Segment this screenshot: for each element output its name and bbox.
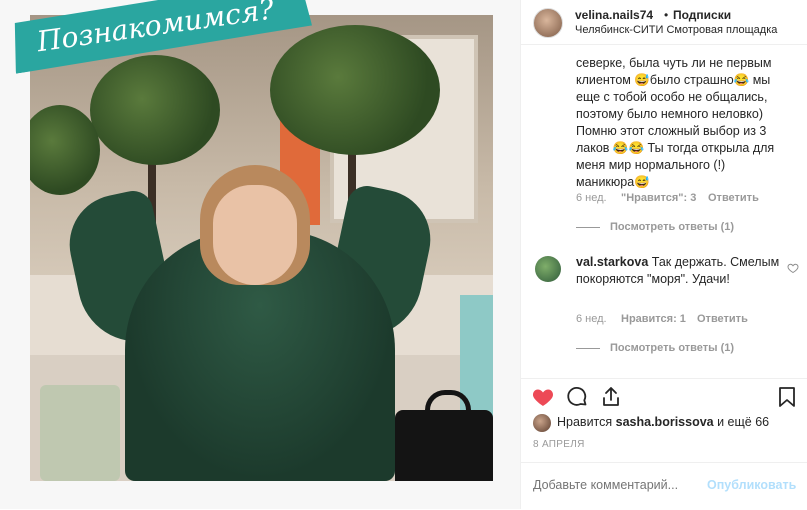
bookmark-icon[interactable] (775, 385, 799, 409)
post-date: 8 АПРЕЛЯ (533, 439, 585, 450)
liker-avatar (533, 414, 551, 432)
view-replies-label: Посмотреть ответы (1) (610, 342, 735, 354)
post-photo[interactable] (30, 15, 493, 481)
replies-line (576, 347, 600, 349)
publish-button[interactable]: Опубликовать (707, 478, 796, 492)
share-icon[interactable] (599, 385, 623, 409)
comment-likes[interactable]: Нравится: 1 (621, 313, 686, 325)
comment-reply-button[interactable]: Ответить (708, 192, 759, 204)
commenter-avatar[interactable] (535, 256, 561, 282)
add-comment-bar: Опубликовать (521, 462, 807, 510)
likes-prefix: Нравится (557, 415, 616, 429)
replies-line (576, 226, 600, 228)
view-replies-button[interactable]: Посмотреть ответы (1) (576, 221, 734, 233)
small-heart-icon[interactable] (787, 261, 799, 274)
photo-face (213, 185, 297, 285)
likes-text: Нравится sasha.borissova и ещё 66 (557, 415, 769, 429)
post-actions (521, 378, 807, 411)
view-replies-label: Посмотреть ответы (1) (610, 221, 735, 233)
comment-input[interactable] (533, 478, 703, 492)
photo-tree (270, 25, 440, 155)
follow-button[interactable]: Подписки (673, 8, 731, 22)
comment-time: 6 нед. (576, 313, 607, 325)
heart-icon[interactable] (531, 385, 555, 409)
post-viewer: Познакомимся? velina.nails74 • Подписки … (0, 0, 807, 509)
author-username[interactable]: velina.nails74 (575, 8, 653, 22)
photo-panel: Познакомимся? (0, 0, 520, 509)
likes-suffix: и ещё 66 (713, 415, 770, 429)
liker-username[interactable]: sasha.borissova (616, 415, 714, 429)
author-avatar[interactable] (533, 8, 563, 38)
header-separator: • (664, 8, 669, 22)
location-link[interactable]: Челябинск-СИТИ Смотровая площадка (575, 24, 805, 36)
post-header: velina.nails74 • Подписки Челябинск-СИТИ… (521, 0, 807, 45)
comment-icon[interactable] (565, 385, 589, 409)
photo-cushion (40, 385, 120, 481)
commenter-username[interactable]: val.starkova (576, 255, 648, 269)
comment-text: val.starkova Так держать. Смелым покоряю… (576, 254, 786, 288)
view-replies-button[interactable]: Посмотреть ответы (1) (576, 342, 734, 354)
photo-bag (395, 410, 493, 481)
comments-list[interactable]: северке, была чуть ли не первым клиентом… (521, 45, 807, 377)
comment-text: северке, была чуть ли не первым клиентом… (576, 56, 775, 189)
comment-reply-button[interactable]: Ответить (697, 313, 748, 325)
photo-tree (90, 55, 220, 165)
post-sidebar: velina.nails74 • Подписки Челябинск-СИТИ… (520, 0, 807, 509)
comment-likes[interactable]: "Нравится": 3 (621, 192, 696, 204)
comment-time: 6 нед. (576, 192, 607, 204)
